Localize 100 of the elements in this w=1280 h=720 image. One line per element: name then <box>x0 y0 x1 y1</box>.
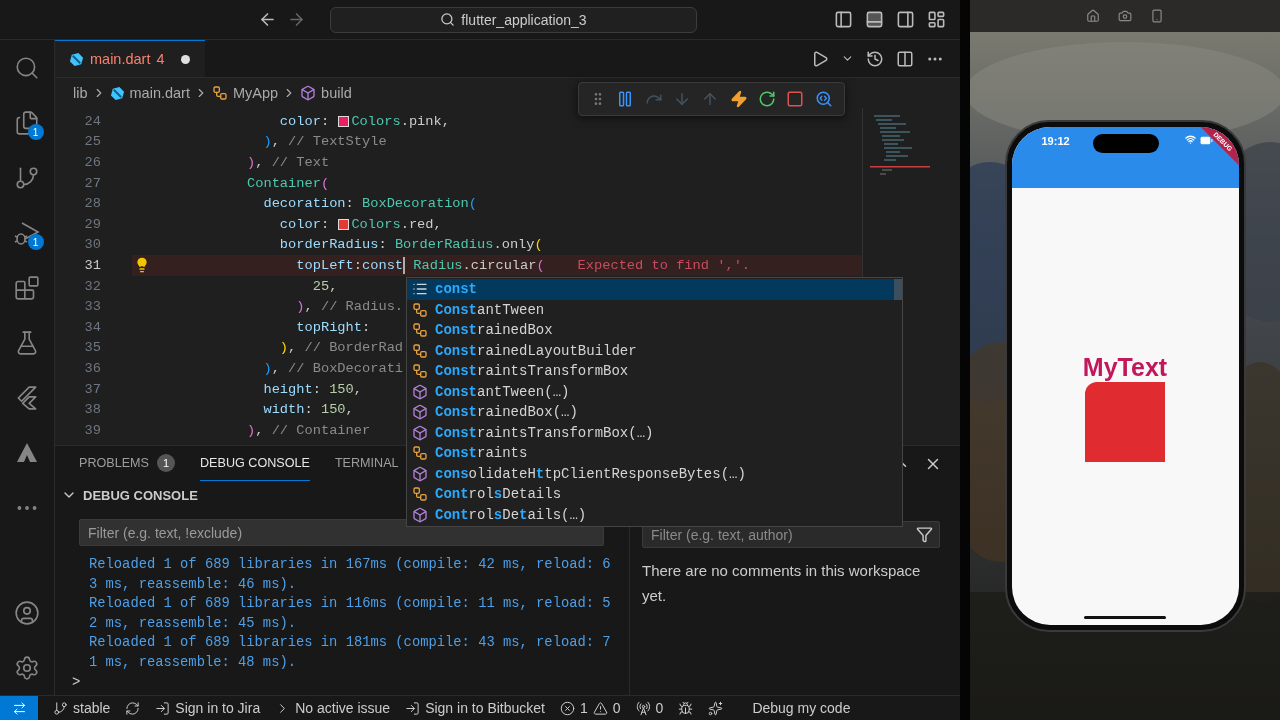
restart-icon[interactable] <box>758 90 777 108</box>
code-text: borderRadius: BorderRadius.only( <box>279 237 543 253</box>
count-badge: 1 <box>157 454 175 472</box>
console-output: Reloaded 1 of 689 libraries in 181ms (compile: 43 ms, reload: 71 ms, reassemble: 48 ms). <box>89 634 611 672</box>
sign-in-icon <box>155 700 171 716</box>
line-number: 32 <box>83 278 101 294</box>
back-arrow-icon[interactable] <box>258 10 277 29</box>
panel-tab[interactable]: TERMINAL <box>334 446 399 481</box>
code-text: topRight: <box>296 319 371 335</box>
panel-tab[interactable]: DEBUG CONSOLE <box>200 446 310 481</box>
breadcrumb-item[interactable]: build <box>300 85 352 101</box>
branch-status[interactable]: stable <box>53 700 111 716</box>
hierarchy-icon <box>412 363 428 380</box>
editor-tab[interactable]: main.dart 4 <box>55 40 205 77</box>
home-icon[interactable] <box>1086 9 1100 23</box>
run-icon[interactable] <box>811 49 829 68</box>
code-text: 25, <box>312 278 338 294</box>
antenna-icon <box>635 700 651 716</box>
text-cursor <box>403 256 406 274</box>
history-icon[interactable] <box>866 49 884 68</box>
account-icon[interactable] <box>14 599 40 626</box>
problems-status[interactable]: 1 0 <box>560 700 621 716</box>
screenshot-icon[interactable] <box>1118 9 1132 23</box>
hierarchy-icon <box>412 301 428 318</box>
wifi-icon <box>1184 134 1196 145</box>
line-number: 29 <box>83 216 101 232</box>
issue-status[interactable]: No active issue <box>275 700 391 716</box>
debug-icon[interactable] <box>678 700 694 716</box>
code-text: Radius.circular( <box>412 257 545 273</box>
ports-status[interactable]: 0 <box>635 700 664 716</box>
filter-icon[interactable] <box>916 526 933 543</box>
sign-in-link[interactable]: Sign in to Jira <box>155 700 261 716</box>
blocks-icon[interactable] <box>14 274 40 301</box>
breadcrumb-item[interactable]: MyApp <box>211 85 279 101</box>
suggestion-item[interactable]: ConstrainedBox <box>407 320 902 341</box>
suggestion-item[interactable]: ConstraintsTransformBox <box>407 361 902 382</box>
code-text: Colors.red, <box>351 216 442 232</box>
suggestion-item[interactable]: ControlsDetails <box>407 484 902 505</box>
sparkle-icon[interactable] <box>708 700 724 716</box>
suggestion-item[interactable]: ConstraintsTransformBox(…) <box>407 422 902 443</box>
sidebar-toggle-icon[interactable] <box>834 10 853 29</box>
lightbulb-icon[interactable] <box>134 257 150 274</box>
layout-icon[interactable] <box>927 10 946 29</box>
forward-arrow-icon[interactable] <box>287 10 306 29</box>
settings-icon[interactable] <box>14 654 40 681</box>
error-icon <box>560 700 575 716</box>
status-time: 19:12 <box>1041 135 1070 147</box>
remote-button[interactable] <box>0 696 38 720</box>
sign-in-link[interactable]: Sign in to Bitbucket <box>405 700 545 716</box>
cube-icon <box>412 424 428 441</box>
section-title[interactable]: DEBUG CONSOLE <box>83 487 198 503</box>
count-badge: 1 <box>27 234 44 250</box>
empty-message: There are no comments in this workspace yet. <box>642 561 922 606</box>
lightning-icon[interactable] <box>729 90 748 108</box>
code-text: Container( <box>247 175 330 191</box>
cube-icon <box>412 404 428 421</box>
status-item[interactable]: Debug my code <box>752 700 851 716</box>
file-type-icon <box>109 85 125 101</box>
rotate-icon[interactable] <box>1150 9 1164 23</box>
search-icon <box>440 12 456 27</box>
cube-icon <box>300 85 317 101</box>
line-number: 39 <box>83 422 101 438</box>
console-output: Reloaded 1 of 689 libraries in 167ms (compile: 42 ms, reload: 63 ms, reassemble: 46 ms). <box>89 556 611 594</box>
console-prompt[interactable]: > <box>55 674 629 690</box>
line-number: 33 <box>83 299 101 315</box>
panel-toggle-icon[interactable] <box>865 10 884 29</box>
suggestion-item[interactable]: ConstrainedBox(…) <box>407 402 902 423</box>
breadcrumb-item[interactable]: main.dart <box>109 85 190 101</box>
code-text: color: <box>279 113 331 129</box>
code-text: ), // TextStyle <box>263 134 387 150</box>
suggestion-item[interactable]: ConstrainedLayoutBuilder <box>407 340 902 361</box>
hierarchy-icon <box>412 486 428 503</box>
sign-in-icon <box>405 700 421 716</box>
files-icon[interactable] <box>14 109 40 136</box>
stop-icon[interactable] <box>786 90 805 108</box>
suggestion-item[interactable]: consolidateHttpClientResponseBytes(…) <box>407 463 902 484</box>
line-number: 34 <box>83 319 101 335</box>
line-number: 31 <box>83 257 101 273</box>
warning-icon <box>592 700 608 716</box>
code-text: width: 150, <box>263 402 354 418</box>
suggestion-item[interactable]: ConstantTween <box>407 299 902 320</box>
sync-icon[interactable] <box>125 700 141 716</box>
code-text: ), // BorderRad <box>279 340 404 356</box>
file-type-icon <box>69 51 84 67</box>
suggestion-item[interactable]: Constraints <box>407 443 902 464</box>
command-search-field[interactable]: flutter_application_3 <box>330 6 697 33</box>
app-text: MyText <box>1082 351 1168 382</box>
split-editor-icon[interactable] <box>896 49 914 68</box>
devtools-icon[interactable] <box>814 90 833 108</box>
breadcrumb-item[interactable]: lib <box>73 85 88 101</box>
suggestion-item[interactable]: ConstantTween(…) <box>407 381 902 402</box>
secondary-sidebar-icon[interactable] <box>896 10 915 29</box>
panel-tab[interactable]: PROBLEMS 1 <box>79 446 175 481</box>
suggestion-item[interactable]: const <box>407 279 902 300</box>
branch-icon[interactable] <box>14 164 40 191</box>
line-number: 38 <box>83 402 101 418</box>
line-number: 24 <box>83 113 101 129</box>
branch-icon <box>53 700 68 716</box>
line-number: 36 <box>83 360 101 376</box>
hierarchy-icon <box>412 445 428 462</box>
